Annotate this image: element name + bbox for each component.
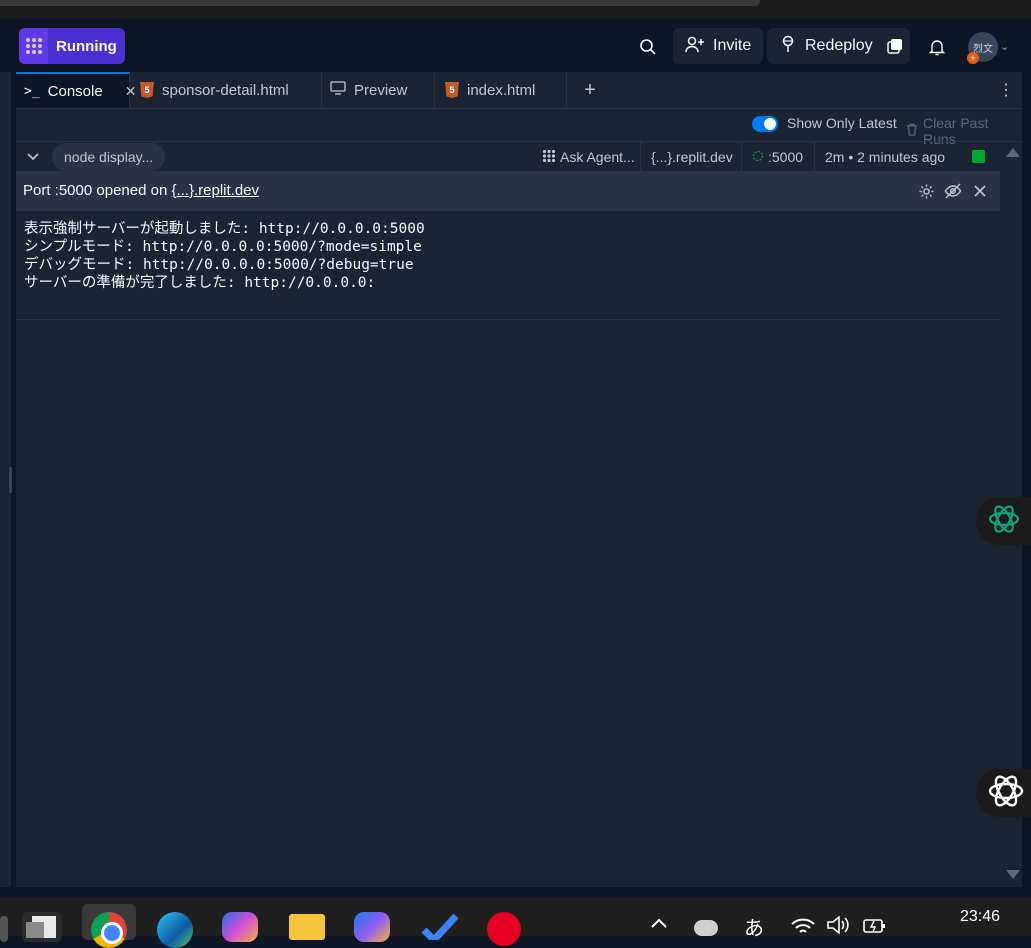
output-line: サーバーの準備が完了しました: http://0.0.0.0: bbox=[24, 275, 376, 291]
divider bbox=[16, 319, 1000, 320]
chevron-down-icon[interactable] bbox=[26, 147, 40, 167]
run-time-label: 2m • 2 minutes ago bbox=[825, 149, 946, 165]
folder-app-icon[interactable] bbox=[289, 914, 325, 940]
tab-sponsor-detail[interactable]: 5 sponsor-detail.html bbox=[130, 72, 322, 108]
ime-indicator[interactable]: あ bbox=[744, 912, 764, 941]
output-line: デバッグモード: http://0.0.0.0:5000/?debug=true bbox=[24, 257, 414, 273]
ask-agent-label: Ask Agent... bbox=[560, 149, 635, 165]
output-line: 表示強制サーバーが起動しました: http://0.0.0.0:5000 bbox=[24, 221, 425, 237]
notice-prefix: Port :5000 opened on bbox=[23, 182, 172, 199]
file-explorer-app-icon[interactable] bbox=[22, 912, 62, 942]
port-label: :5000 bbox=[768, 149, 804, 165]
port-notice: Port :5000 opened on {...}.replit.dev bbox=[16, 171, 1000, 211]
show-only-latest-toggle[interactable] bbox=[752, 116, 778, 132]
close-icon[interactable] bbox=[970, 181, 990, 201]
html5-icon: 5 bbox=[140, 82, 154, 98]
tab-label: index.html bbox=[467, 81, 536, 99]
domain-link[interactable]: {...}.replit.dev bbox=[640, 142, 741, 172]
port-status-icon bbox=[752, 149, 764, 165]
tab-console[interactable]: >_ Console ✕ bbox=[16, 72, 136, 108]
start-icon[interactable] bbox=[0, 916, 8, 942]
run-header: node display... Ask Agent... {...}.repli… bbox=[16, 141, 1022, 172]
plus-icon: + bbox=[967, 52, 979, 64]
chevron-up-icon[interactable] bbox=[650, 916, 668, 934]
tab-label: sponsor-detail.html bbox=[162, 81, 289, 99]
trash-icon bbox=[906, 123, 918, 139]
run-command[interactable]: node display... bbox=[52, 143, 166, 171]
run-status-label: Running bbox=[56, 37, 117, 55]
left-panel-edge bbox=[0, 72, 12, 887]
terminal-icon: >_ bbox=[24, 83, 40, 99]
copilot-app-icon-2[interactable] bbox=[354, 912, 390, 942]
agent-icon bbox=[542, 149, 556, 166]
chatgpt-icon bbox=[986, 501, 1022, 542]
scroll-up-arrow[interactable] bbox=[1006, 148, 1020, 157]
add-user-icon bbox=[685, 35, 705, 58]
monitor-icon bbox=[330, 81, 346, 99]
cloud-icon[interactable] bbox=[694, 920, 718, 936]
invite-label: Invite bbox=[713, 37, 752, 54]
port-notice-text: Port :5000 opened on {...}.replit.dev bbox=[23, 182, 259, 199]
invite-button[interactable]: Invite bbox=[673, 28, 764, 64]
deploy-icon bbox=[779, 35, 797, 58]
stop-icon bbox=[19, 28, 48, 64]
openai-sidebar-button[interactable] bbox=[976, 769, 1031, 817]
openai-icon bbox=[986, 771, 1026, 816]
port-indicator[interactable]: :5000 bbox=[741, 142, 814, 172]
clock[interactable]: 23:46 bbox=[960, 908, 1000, 926]
tab-label: Console bbox=[47, 82, 103, 100]
add-tab-icon[interactable]: + bbox=[578, 78, 602, 102]
redeploy-button[interactable]: Redeploy bbox=[767, 28, 885, 64]
chatgpt-sidebar-button[interactable] bbox=[976, 497, 1031, 545]
console-pane: >_ Console ✕ 5 sponsor-detail.html Previ… bbox=[16, 72, 1022, 887]
scroll-down-arrow[interactable] bbox=[1006, 870, 1020, 879]
more-options-icon[interactable]: ⋮ bbox=[998, 78, 1014, 102]
pinterest-app-icon[interactable] bbox=[487, 912, 521, 946]
console-options: Show Only Latest Clear Past Runs bbox=[16, 109, 1022, 147]
resize-handle[interactable] bbox=[9, 467, 12, 493]
chevron-down-icon[interactable]: ⌄ bbox=[1000, 40, 1009, 53]
output-line: シンプルモード: http://0.0.0.0:5000/?mode=simpl… bbox=[24, 239, 422, 255]
bell-icon[interactable] bbox=[925, 35, 949, 59]
chrome-app-icon[interactable] bbox=[82, 904, 136, 948]
tab-index[interactable]: 5 index.html bbox=[435, 72, 567, 108]
copy-icon[interactable] bbox=[880, 28, 910, 64]
tab-bar: >_ Console ✕ 5 sponsor-detail.html Previ… bbox=[16, 72, 1022, 109]
tab-preview[interactable]: Preview bbox=[322, 72, 435, 108]
show-only-latest-label: Show Only Latest bbox=[787, 115, 897, 131]
edge-app-icon[interactable] bbox=[157, 912, 193, 948]
os-taskbar: あ 23:46 bbox=[0, 898, 1031, 948]
redeploy-label: Redeploy bbox=[805, 37, 873, 54]
run-button[interactable]: Running bbox=[19, 28, 125, 64]
tab-label: Preview bbox=[354, 81, 408, 99]
console-output: 表示強制サーバーが起動しました: http://0.0.0.0:5000 シンプル… bbox=[24, 220, 425, 292]
window-top-strip bbox=[0, 0, 1031, 18]
status-indicator bbox=[972, 150, 985, 163]
gear-icon[interactable] bbox=[916, 181, 936, 201]
html5-icon: 5 bbox=[445, 82, 459, 98]
search-icon[interactable] bbox=[636, 35, 660, 59]
domain-label: {...}.replit.dev bbox=[651, 149, 733, 165]
notice-link[interactable]: {...}.replit.dev bbox=[171, 182, 259, 199]
eye-off-icon[interactable] bbox=[943, 181, 963, 201]
ask-agent-button[interactable]: Ask Agent... bbox=[532, 142, 640, 172]
workspace-header: Running Invite Redeploy 烈文 + ⌄ bbox=[0, 18, 1031, 72]
copilot-app-icon[interactable] bbox=[222, 912, 258, 942]
run-time: 2m • 2 minutes ago bbox=[814, 142, 954, 172]
